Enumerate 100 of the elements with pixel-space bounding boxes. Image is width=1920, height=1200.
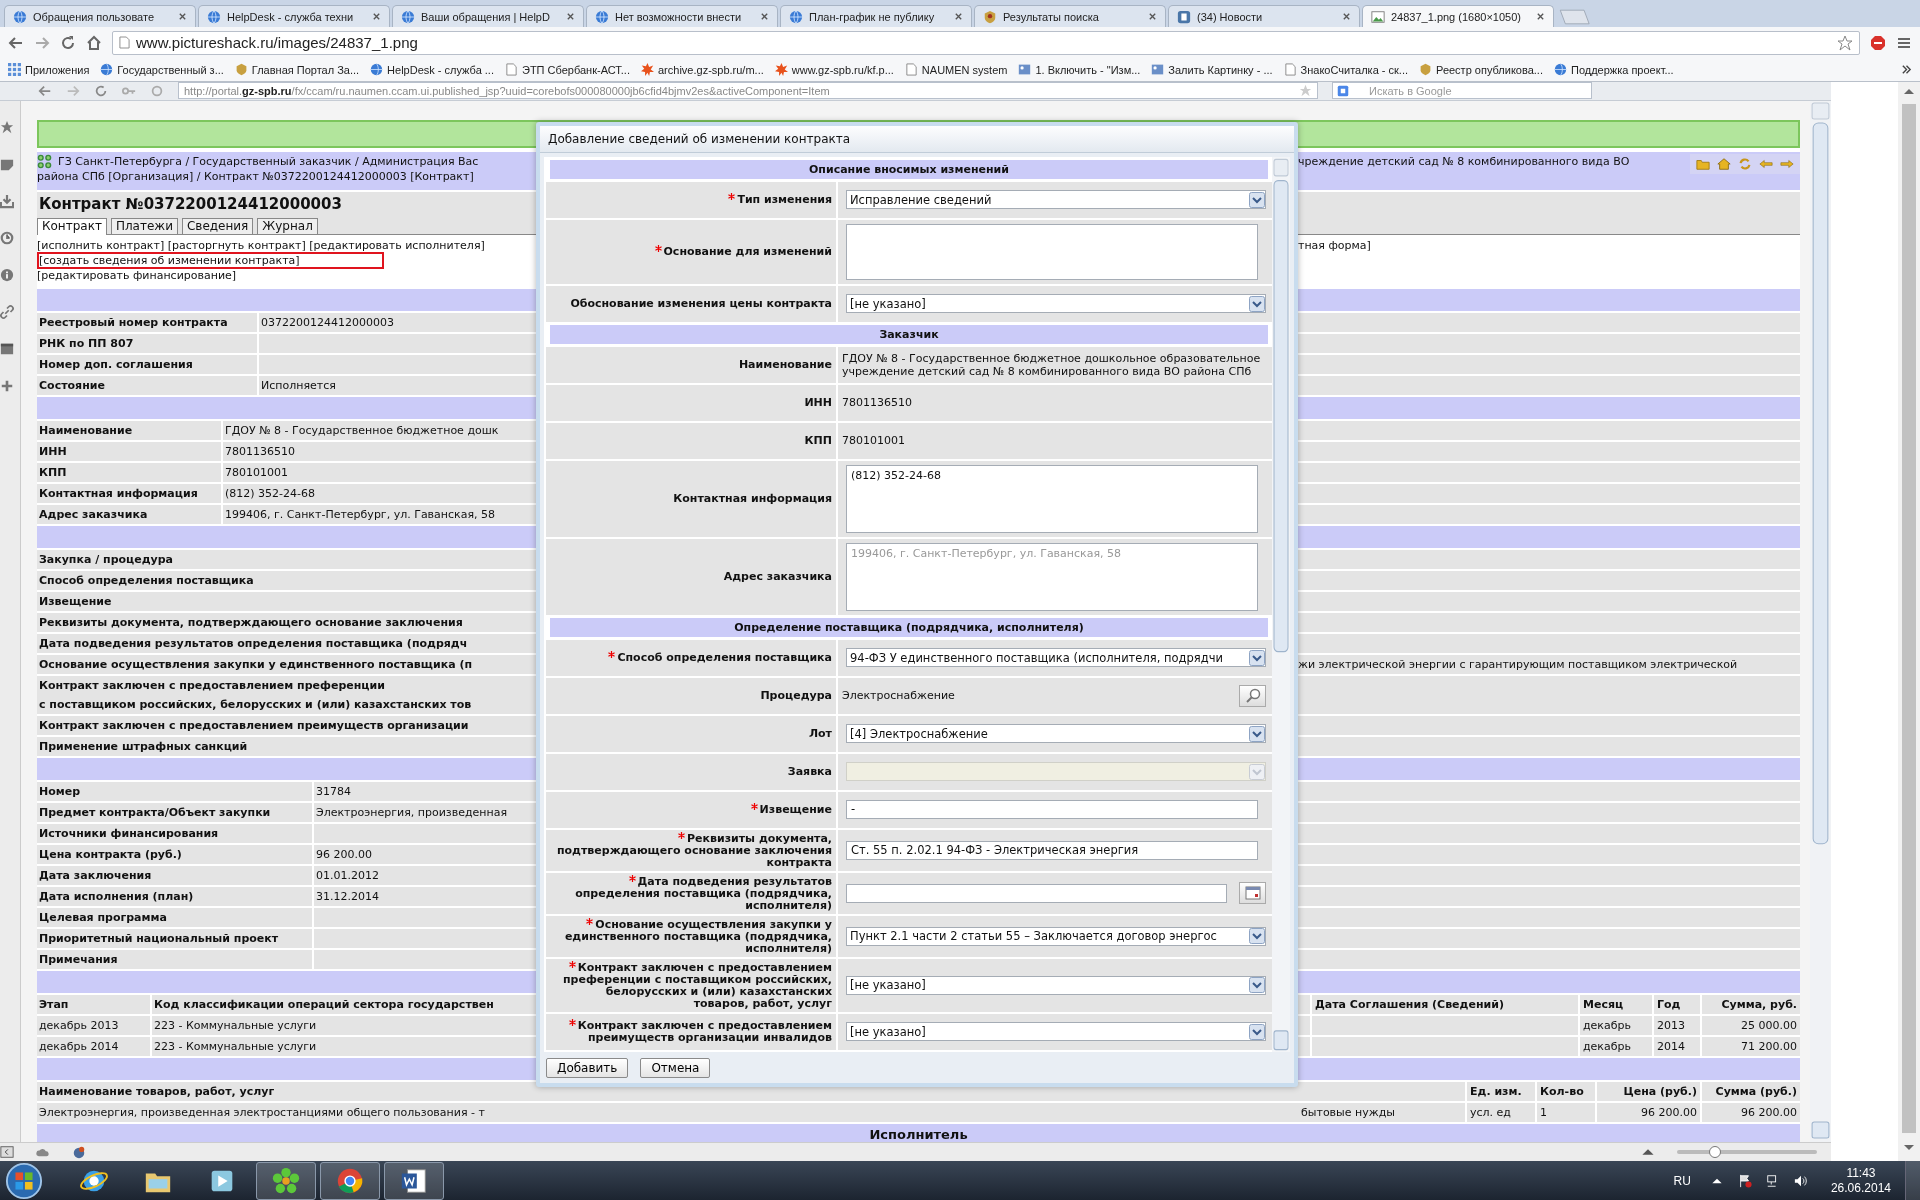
dropdown[interactable]: [не указано] bbox=[846, 975, 1266, 995]
section-heading: Определение поставщика (подрядчика, исполнителя) bbox=[734, 620, 1084, 634]
row-value: 199406, г. Санкт-Петербург, ул. Гаванская, 58 bbox=[225, 507, 496, 521]
bookmark[interactable]: Поддержка проект... bbox=[1553, 63, 1674, 76]
action-link[interactable]: [создать сведения об изменении контракта] bbox=[39, 253, 382, 267]
bookmark[interactable]: Залить Картинку - ... bbox=[1151, 63, 1273, 76]
table-cell: 25 000.00 bbox=[1700, 1015, 1800, 1035]
language-indicator[interactable]: RU bbox=[1673, 1173, 1691, 1188]
page-tab[interactable]: Журнал bbox=[257, 217, 318, 234]
input-field[interactable]: Ст. 55 п. 2.02.1 94-ФЗ - Электрическая энергия bbox=[846, 840, 1258, 860]
browser-tab[interactable]: (34) Новости bbox=[1168, 5, 1360, 27]
action-link[interactable]: [редактировать финансирование] bbox=[37, 268, 237, 282]
column-header: Сумма, руб. bbox=[1700, 994, 1800, 1014]
field-label: Наименование bbox=[738, 358, 832, 371]
row-value: 31784 bbox=[316, 784, 351, 798]
bookmark[interactable]: Главная Портал За... bbox=[234, 63, 360, 76]
browser-tab[interactable]: Ваши обращения | HelpD bbox=[392, 5, 584, 27]
bookmark[interactable]: HelpDesk - служба ... bbox=[370, 63, 494, 76]
dropdown[interactable]: [4] Электроснабжение bbox=[846, 724, 1266, 744]
url-field[interactable]: http://portal.gz-spb.ru/fx/ccam/ru.naumen.ccam.ui.published_jsp?uuid=corebofs000080000jb6cfid4bjmv2es&activeComponent=Item bbox=[178, 82, 1318, 100]
column-header: Месяц bbox=[1578, 994, 1652, 1014]
field-label: Способ определения поставщика bbox=[608, 651, 832, 665]
row-label: Реквизиты документа, подтверждающего основание заключения bbox=[38, 614, 463, 631]
bookmark[interactable]: ЭТП Сбербанк-АСТ... bbox=[505, 63, 630, 76]
row-value: 31.12.2014 bbox=[316, 889, 379, 903]
bookmark[interactable]: archive.gz-spb.ru/m... bbox=[641, 63, 764, 76]
field-label: КПП bbox=[804, 434, 832, 447]
action-link[interactable]: тная форма] bbox=[1298, 238, 1371, 252]
field-label: Тип изменения bbox=[728, 193, 832, 207]
bookmark[interactable]: Государственный з... bbox=[100, 63, 224, 76]
action-link[interactable]: [исполнить контракт] [расторгнуть контракт] [редактировать исполнителя] bbox=[37, 238, 485, 252]
page-tab[interactable]: Платежи bbox=[110, 217, 178, 234]
clock-time[interactable]: 11:43 bbox=[1846, 1165, 1876, 1181]
url-text: http://portal.gz-spb.ru/fx/ccam/ru.naumen.ccam.ui.published_jsp?uuid=corebofs000080000jb6cfid4bjmv2es&activeComponent=Item bbox=[184, 84, 831, 97]
table-cell: декабрь bbox=[1578, 1015, 1652, 1035]
row-label: Применение штрафных санкций bbox=[38, 738, 248, 755]
input-field[interactable]: - bbox=[846, 800, 1258, 820]
dropdown[interactable]: [не указано] bbox=[846, 294, 1266, 314]
row-label: Номер доп. соглашения bbox=[38, 356, 194, 373]
row-label: Предмет контракта/Объект закупки bbox=[38, 804, 272, 821]
row-value: 01.01.2012 bbox=[316, 868, 379, 882]
column-header: Кол-во bbox=[1535, 1081, 1595, 1101]
row-label: Примечания bbox=[38, 951, 119, 968]
dropdown[interactable]: Пункт 2.1 части 2 статьи 55 – Заключается договор энергос bbox=[846, 926, 1266, 946]
table-cell: 96 200.00 bbox=[1595, 1102, 1700, 1122]
dropdown[interactable]: [не указано] bbox=[846, 1022, 1266, 1042]
browser-tab[interactable]: 24837_1.png (1680×1050) bbox=[1362, 5, 1554, 27]
column-header: Цена (руб.) bbox=[1595, 1081, 1700, 1101]
row-value: 7801136510 bbox=[225, 444, 295, 458]
text-area[interactable]: (812) 352-24-68 bbox=[846, 464, 1258, 533]
row-value: 780101001 bbox=[225, 465, 288, 479]
field-value: ГДОУ № 8 - Государственное бюджетное дошкольное образовательное учреждение детский сад № 8 комбинированного вида ВО района СПб bbox=[842, 351, 1262, 378]
table-cell: 1 bbox=[1535, 1102, 1595, 1122]
bookmark[interactable]: ЗнакоСчиталка - ск... bbox=[1283, 63, 1409, 76]
page-tab[interactable]: Сведения bbox=[181, 217, 254, 234]
browser-tab[interactable]: Обращения пользовате bbox=[4, 5, 196, 27]
breadcrumb-text: ГЗ Санкт-Петербурга / Государственный заказчик / Администрация Вас bbox=[58, 153, 479, 169]
row-label: Реестровый номер контракта bbox=[38, 314, 229, 331]
row-label: Адрес заказчика bbox=[38, 506, 149, 523]
dropdown[interactable]: 94-ФЗ У единственного поставщика (исполнителя, подрядчи bbox=[846, 648, 1266, 668]
field-label: Основание для изменений bbox=[654, 245, 832, 259]
address-bar[interactable]: www.pictureshack.ru/images/24837_1.png bbox=[112, 30, 1860, 55]
row-label: Номер bbox=[38, 783, 82, 800]
page-tab[interactable]: Контракт bbox=[37, 217, 107, 235]
bookmark[interactable]: Реестр опубликова... bbox=[1419, 63, 1543, 76]
bookmark[interactable]: 1. Включить - "Изм... bbox=[1018, 63, 1141, 76]
table-cell: декабрь bbox=[1578, 1036, 1652, 1056]
row-label: Контактная информация bbox=[38, 485, 199, 502]
clock-date[interactable]: 26.06.2014 bbox=[1830, 1180, 1891, 1196]
row-label: Дата подведения результатов определения поставщика (подрядч bbox=[38, 635, 468, 652]
field-value: 780101001 bbox=[842, 434, 906, 448]
bookmark[interactable]: NAUMEN system bbox=[904, 63, 1008, 76]
address-text: www.pictureshack.ru/images/24837_1.png bbox=[136, 34, 419, 51]
row-value: 0372200124412000003 bbox=[261, 315, 394, 329]
row-label: Основание осуществления закупки у единственного поставщика (п bbox=[38, 656, 473, 673]
browser-tab[interactable]: Результаты поиска bbox=[974, 5, 1166, 27]
browser-tab[interactable]: HelpDesk - служба техни bbox=[198, 5, 390, 27]
row-label: Дата заключения bbox=[38, 867, 153, 884]
row-label: РНК по ПП 807 bbox=[38, 335, 135, 352]
row-label: Закупка / процедура bbox=[38, 551, 174, 568]
field-label: Извещение bbox=[750, 803, 832, 817]
breadcrumb-text: чреждение детский сад № 8 комбинированного вида ВО bbox=[1298, 153, 1630, 169]
table-cell-text: декабрь 2014 bbox=[38, 1038, 120, 1055]
row-label: Контракт заключен с предоставлением преимуществ организации bbox=[38, 717, 469, 734]
dialog-button[interactable]: Добавить bbox=[546, 1057, 629, 1078]
field-label: Обоснование изменения цены контракта bbox=[570, 297, 832, 310]
section-heading: Описание вносимых изменений bbox=[808, 162, 1009, 176]
column-header: Дата Соглашения (Сведений) bbox=[1310, 994, 1578, 1014]
bookmark[interactable]: www.gz-spb.ru/kf.p... bbox=[774, 63, 894, 76]
bookmark[interactable]: Приложения bbox=[8, 63, 90, 76]
row-label: КПП bbox=[38, 464, 68, 481]
dropdown[interactable]: Исправление сведений bbox=[846, 190, 1266, 210]
dialog-title: Добавление сведений об изменении контракта bbox=[548, 131, 851, 146]
row-value: ГДОУ № 8 - Государственное бюджетное дошк bbox=[225, 423, 499, 437]
browser-tab[interactable]: План-график не публику bbox=[780, 5, 972, 27]
browser-tab[interactable]: Нет возможности внести bbox=[586, 5, 778, 27]
field-label: Основание осуществления закупки у единственного поставщика (подрядчика, исполнителя) bbox=[563, 917, 832, 955]
row-label: Цена контракта (руб.) bbox=[38, 846, 183, 863]
dialog-button[interactable]: Отмена bbox=[640, 1057, 711, 1078]
field-label: Дата подведения результатов определения поставщика (подрядчика, исполнителя) bbox=[574, 874, 832, 912]
